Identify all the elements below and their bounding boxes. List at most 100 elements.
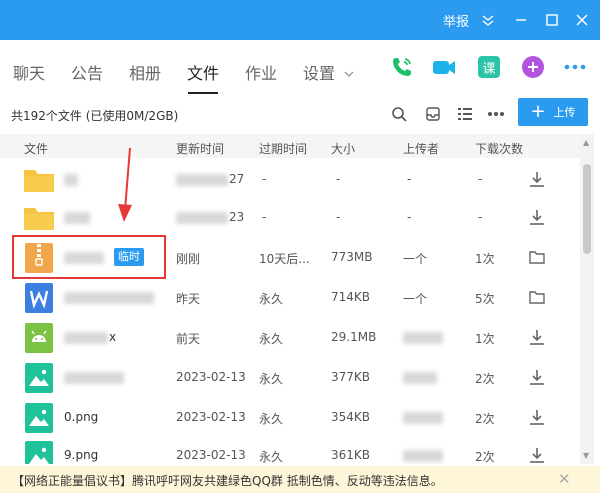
tab-files[interactable]: 文件 <box>187 60 219 84</box>
download-icon[interactable] <box>528 368 546 386</box>
file-size: 714KB <box>331 290 371 304</box>
col-file[interactable]: 文件 <box>24 140 48 157</box>
report-link[interactable]: 举报 <box>443 11 469 30</box>
scrollbar[interactable]: ▲ ▼ <box>580 134 594 464</box>
blurred-date <box>176 212 228 224</box>
pin-button[interactable] <box>476 8 500 32</box>
download-icon[interactable] <box>528 408 546 426</box>
file-name: 0.png <box>64 410 99 424</box>
file-uploader: - <box>407 172 412 186</box>
close-icon <box>576 14 588 26</box>
col-size[interactable]: 大小 <box>331 140 355 157</box>
file-expire: - <box>262 172 267 186</box>
chevron-down-icon <box>344 71 354 77</box>
file-size: 361KB <box>331 448 371 462</box>
col-uploader[interactable]: 上传者 <box>403 140 439 157</box>
tab-settings[interactable]: 设置 <box>303 60 354 84</box>
course-icon: 课 <box>478 56 500 78</box>
tab-homework[interactable]: 作业 <box>245 60 277 84</box>
add-app-button[interactable] <box>520 54 546 80</box>
blurred-date <box>176 174 228 186</box>
file-name: x <box>109 330 117 344</box>
blurred-uploader <box>403 372 437 384</box>
inbox-button[interactable] <box>423 104 443 124</box>
col-downloads[interactable]: 下载次数 <box>475 140 523 157</box>
tab-album[interactable]: 相册 <box>129 60 161 84</box>
table-row[interactable]: 0.png 2023-02-13 永久 354KB 2次 <box>0 398 580 438</box>
more-horizontal-icon <box>488 112 504 116</box>
open-folder-icon[interactable] <box>528 288 546 306</box>
notice-bar: 【网络正能量倡议书】腾讯呼吁网友共建绿色QQ群 抵制色情、反动等违法信息。 ✕ <box>0 466 600 493</box>
blurred-uploader <box>403 450 443 462</box>
col-updated[interactable]: 更新时间 <box>176 140 224 157</box>
col-expire[interactable]: 过期时间 <box>259 140 307 157</box>
add-app-icon <box>522 56 544 78</box>
tab-chat[interactable]: 聊天 <box>13 60 45 84</box>
minimize-button[interactable] <box>509 8 533 32</box>
file-updated: 2023-02-13 <box>176 370 246 384</box>
file-updated: 昨天 <box>176 292 201 306</box>
active-tab-underline <box>188 92 218 94</box>
file-downloads: - <box>478 172 483 186</box>
file-name: 9.png <box>64 448 99 462</box>
annotation-arrow <box>118 147 132 222</box>
file-downloads: - <box>478 210 483 224</box>
file-size: - <box>336 172 341 186</box>
close-icon[interactable]: ✕ <box>558 470 571 488</box>
image-icon <box>25 441 53 464</box>
blurred-file-name <box>64 174 78 186</box>
video-call-button[interactable] <box>431 54 457 80</box>
download-icon[interactable] <box>528 170 546 188</box>
course-button[interactable]: 课 <box>476 54 502 80</box>
blurred-file-name <box>64 332 108 344</box>
file-uploader: 一个 <box>403 252 428 266</box>
file-expire: 永久 <box>259 372 284 386</box>
download-icon[interactable] <box>528 446 546 464</box>
file-table-header: 文件 更新时间 过期时间 大小 上传者 下载次数 <box>0 134 580 158</box>
toolbar-more-button[interactable] <box>486 104 506 124</box>
inbox-icon <box>426 107 440 121</box>
table-row[interactable]: 2023-02-13 永久 377KB 2次 <box>0 358 580 398</box>
file-expire: 10天后... <box>259 252 310 266</box>
table-row[interactable]: 27 - - - - <box>0 160 580 200</box>
file-list: 27 - - - - 23 - - - - 临时 刚刚 10天后... 773M… <box>0 160 580 464</box>
notice-text[interactable]: 【网络正能量倡议书】腾讯呼吁网友共建绿色QQ群 抵制色情、反动等违法信息。 <box>12 472 443 489</box>
file-size: - <box>336 210 341 224</box>
title-bar: 举报 <box>0 0 600 40</box>
table-row[interactable]: x 前天 永久 29.1MB 1次 <box>0 318 580 358</box>
tab-announcement[interactable]: 公告 <box>71 60 103 84</box>
maximize-icon <box>546 14 558 26</box>
voice-call-button[interactable] <box>389 54 415 80</box>
blurred-file-name <box>64 212 90 224</box>
scrollbar-thumb[interactable] <box>583 164 591 254</box>
upload-button[interactable]: + 上传 <box>518 98 588 126</box>
image-icon <box>25 403 53 433</box>
search-icon <box>392 107 407 122</box>
list-view-button[interactable] <box>455 104 475 124</box>
scroll-down-icon[interactable]: ▼ <box>583 451 589 460</box>
scroll-up-icon[interactable]: ▲ <box>583 138 589 147</box>
table-row[interactable]: 23 - - - - <box>0 198 580 238</box>
open-folder-icon[interactable] <box>528 248 546 266</box>
file-updated: 23 <box>229 210 245 224</box>
blurred-file-name <box>64 372 124 384</box>
file-expire: 永久 <box>259 450 284 464</box>
table-row[interactable]: 9.png 2023-02-13 永久 361KB 2次 <box>0 436 580 464</box>
close-window-button[interactable] <box>570 8 594 32</box>
blurred-uploader <box>403 332 443 344</box>
table-row[interactable]: 昨天 永久 714KB 一个 5次 <box>0 278 580 318</box>
search-button[interactable] <box>389 104 409 124</box>
file-size: 377KB <box>331 370 371 384</box>
file-downloads: 2次 <box>475 412 495 426</box>
download-icon[interactable] <box>528 208 546 226</box>
annotation-highlight-box <box>12 235 166 279</box>
file-summary: 共192个文件 (已使用0M/2GB) <box>11 109 179 123</box>
file-downloads: 1次 <box>475 252 495 266</box>
download-icon[interactable] <box>528 328 546 346</box>
file-uploader: - <box>407 210 412 224</box>
phone-icon <box>393 58 411 76</box>
file-downloads: 2次 <box>475 450 495 464</box>
maximize-button[interactable] <box>540 8 564 32</box>
more-button[interactable] <box>562 54 588 80</box>
file-size: 29.1MB <box>331 330 377 344</box>
